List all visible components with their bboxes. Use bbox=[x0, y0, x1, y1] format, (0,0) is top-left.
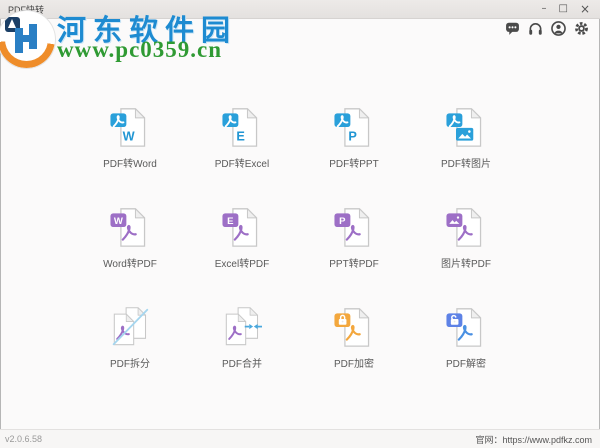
tile-image-to-pdf[interactable]: 图片转PDF bbox=[410, 195, 522, 295]
svg-text:P: P bbox=[348, 129, 357, 144]
word-to-pdf-icon: W bbox=[110, 205, 150, 249]
pdf-split-icon bbox=[110, 305, 150, 349]
pdf-to-ppt-icon: P bbox=[334, 105, 374, 149]
pdf-decrypt-label: PDF解密 bbox=[446, 355, 486, 370]
svg-text:W: W bbox=[114, 216, 123, 227]
pdf-split-label: PDF拆分 bbox=[110, 355, 150, 370]
window-controls: – □ × bbox=[541, 0, 600, 18]
excel-to-pdf-icon: E bbox=[222, 205, 262, 249]
version-label: v2.0.6.58 bbox=[0, 434, 42, 444]
ppt-to-pdf-label: PPT转PDF bbox=[329, 255, 378, 270]
statusbar: v2.0.6.58 官网：https://www.pdfkz.com bbox=[0, 429, 600, 448]
pdf-to-excel-icon: E bbox=[222, 105, 262, 149]
pdf-to-ppt-label: PDF转PPT bbox=[329, 155, 378, 170]
window-title: PDF快转 bbox=[0, 3, 541, 16]
excel-to-pdf-label: Excel转PDF bbox=[215, 255, 269, 270]
pdf-to-image-icon bbox=[446, 105, 486, 149]
titlebar: PDF快转 – □ × bbox=[0, 0, 600, 19]
tile-pdf-merge[interactable]: PDF合并 bbox=[186, 295, 298, 395]
pdf-to-word-label: PDF转Word bbox=[103, 155, 157, 170]
pdf-encrypt-label: PDF加密 bbox=[334, 355, 374, 370]
pdf-merge-icon bbox=[222, 305, 262, 349]
message-icon[interactable] bbox=[505, 21, 520, 36]
tile-pdf-decrypt[interactable]: PDF解密 bbox=[410, 295, 522, 395]
pdf-decrypt-icon bbox=[446, 305, 486, 349]
tile-excel-to-pdf[interactable]: E Excel转PDF bbox=[186, 195, 298, 295]
tile-pdf-encrypt[interactable]: PDF加密 bbox=[298, 295, 410, 395]
ppt-to-pdf-icon: P bbox=[334, 205, 374, 249]
tile-pdf-to-excel[interactable]: E PDF转Excel bbox=[186, 95, 298, 195]
tile-pdf-to-ppt[interactable]: P PDF转PPT bbox=[298, 95, 410, 195]
tile-pdf-to-image[interactable]: PDF转图片 bbox=[410, 95, 522, 195]
tile-pdf-to-word[interactable]: W PDF转Word bbox=[74, 95, 186, 195]
tile-ppt-to-pdf[interactable]: P PPT转PDF bbox=[298, 195, 410, 295]
svg-text:E: E bbox=[236, 129, 244, 144]
feature-grid: W PDF转Word E PDF转Excel P PDF转PPT PDF转图片 W Word转P… bbox=[74, 95, 522, 395]
maximize-button[interactable]: □ bbox=[558, 0, 567, 18]
tile-pdf-split[interactable]: PDF拆分 bbox=[74, 295, 186, 395]
pdf-to-image-label: PDF转图片 bbox=[441, 155, 491, 170]
pdf-to-excel-label: PDF转Excel bbox=[215, 155, 269, 170]
minimize-button[interactable]: – bbox=[541, 0, 546, 18]
website-link[interactable]: 官网：https://www.pdfkz.com bbox=[475, 433, 600, 446]
close-button[interactable]: × bbox=[580, 0, 590, 18]
toolbar bbox=[505, 21, 589, 36]
image-to-pdf-label: 图片转PDF bbox=[441, 255, 491, 270]
settings-icon[interactable] bbox=[574, 21, 589, 36]
pdf-encrypt-icon bbox=[334, 305, 374, 349]
tile-word-to-pdf[interactable]: W Word转PDF bbox=[74, 195, 186, 295]
account-icon[interactable] bbox=[551, 21, 566, 36]
site-logo-icon bbox=[0, 11, 55, 68]
svg-text:P: P bbox=[339, 216, 346, 227]
word-to-pdf-label: Word转PDF bbox=[103, 255, 157, 270]
pdf-merge-label: PDF合并 bbox=[222, 355, 262, 370]
svg-text:W: W bbox=[123, 129, 135, 144]
headset-icon[interactable] bbox=[528, 21, 543, 36]
image-to-pdf-icon bbox=[446, 205, 486, 249]
svg-text:E: E bbox=[227, 216, 233, 227]
watermark-site-url: www.pc0359.cn bbox=[57, 37, 222, 63]
app-window: PDF快转 – □ × bbox=[0, 0, 600, 448]
pdf-to-word-icon: W bbox=[110, 105, 150, 149]
